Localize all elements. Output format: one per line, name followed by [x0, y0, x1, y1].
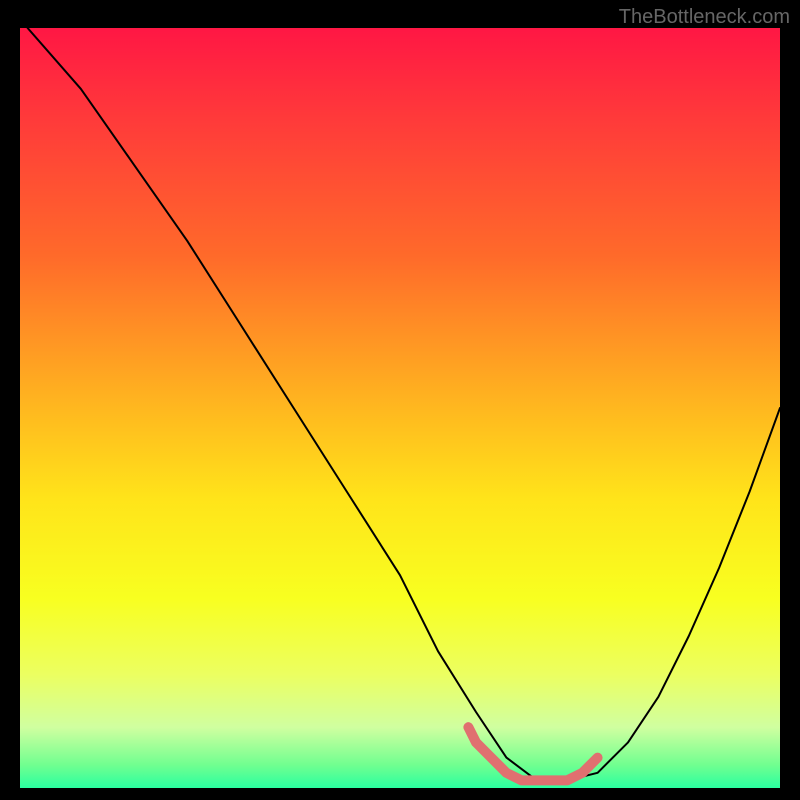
chart-container: TheBottleneck.com: [0, 0, 800, 800]
chart-svg: [20, 28, 780, 788]
plot-area: [20, 28, 780, 788]
watermark-text: TheBottleneck.com: [619, 6, 790, 29]
gradient-background: [20, 28, 780, 788]
